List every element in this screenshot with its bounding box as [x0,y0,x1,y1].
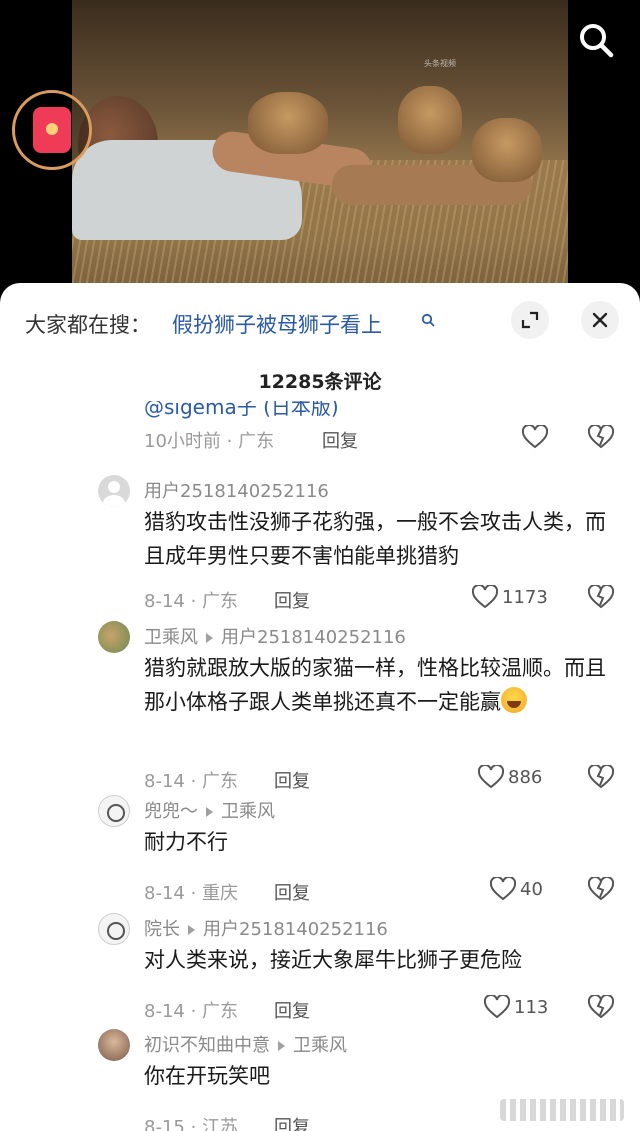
reply-button[interactable]: 回复 [274,997,310,1023]
dislike-button[interactable] [587,763,615,793]
search-icon [580,24,614,58]
panel-header: 大家都在搜： 假扮狮子被母狮子看上 [0,283,640,363]
comment-meta: 10小时前 · 广东 [144,431,275,452]
comment-text-content: 猎豹就跟放大版的家猫一样，性格比较温顺。而且那小体格子跟人类单挑还真不一定能赢 [144,656,606,714]
dislike-button[interactable] [587,875,615,905]
comment-text: 耐力不行 [144,830,228,854]
reply-to-name: 卫乘风 [221,801,275,822]
search-button[interactable] [576,20,616,60]
reply-to-name: 用户2518140252116 [203,919,388,940]
reply-to-name: 卫乘风 [293,1035,347,1056]
comment-author[interactable]: 初识不知曲中意 卫乘风 [144,1031,347,1057]
like-button[interactable]: 40 [490,877,543,901]
expand-button[interactable] [511,301,549,339]
expand-icon [521,311,539,329]
avatar[interactable] [98,913,130,945]
broken-heart-icon [587,763,615,789]
heart-icon [472,585,498,609]
cheetah-cub [472,118,542,182]
comment-author[interactable]: 用户2518140252116 [144,477,329,503]
video-frame: 头条视频 [72,0,568,300]
author-name: 院长 [144,919,180,940]
partial-comment-author: @sigema子 (日本版) [144,401,444,419]
search-icon [421,313,435,327]
heart-icon [478,765,504,789]
avatar[interactable] [98,475,130,507]
video-watermark: 头条视频 [424,59,456,68]
comment-author[interactable]: 院长 用户2518140252116 [144,915,388,941]
heart-icon [522,425,548,449]
comment-author[interactable]: 兜兜～ 卫乘风 [144,797,275,823]
partial-author-text: @sigema子 (日本版) [144,401,339,419]
like-count: 886 [508,766,543,788]
comment-meta: 8-14 · 广东 [144,1001,239,1022]
reply-arrow-icon [278,1040,285,1051]
red-packet-button[interactable] [12,90,92,170]
comment-author[interactable]: 卫乘风 用户2518140252116 [144,623,406,649]
like-button[interactable]: 113 [484,995,548,1019]
close-icon [592,312,608,328]
watermark-logo [500,1099,624,1121]
comment-count: 12285条评论 [258,371,382,393]
reply-button[interactable]: 回复 [322,427,358,453]
comment-meta: 8-14 · 重庆 [144,883,239,904]
comment-text: 猎豹攻击性没狮子花豹强，一般不会攻击人类，而且成年男性只要不害怕能单挑猎豹 [144,510,606,568]
like-count: 113 [514,996,549,1018]
avatar[interactable] [98,1029,130,1061]
like-button[interactable]: 886 [478,765,542,789]
video-player[interactable]: 头条视频 [0,0,640,300]
author-name: 用户2518140252116 [144,481,329,502]
broken-heart-icon [587,423,615,449]
avatar[interactable] [98,621,130,653]
author-name: 卫乘风 [144,627,198,648]
heart-icon [490,877,516,901]
reply-button[interactable]: 回复 [274,1113,310,1131]
reply-arrow-icon [206,632,213,643]
like-count: 1173 [502,586,548,608]
comment-meta: 8-15 · 江苏 [144,1117,239,1131]
heart-icon [484,995,510,1019]
comment-meta: 8-14 · 广东 [144,771,239,792]
comment-text: 你在开玩笑吧 [144,1064,270,1088]
author-name: 兜兜～ [144,801,198,822]
reply-to-name: 用户2518140252116 [221,627,406,648]
trending-search-link[interactable]: 假扮狮子被母狮子看上 [172,309,382,339]
comment-text: 猎豹就跟放大版的家猫一样，性格比较温顺。而且那小体格子跟人类单挑还真不一定能赢 [144,651,614,719]
cheetah-cub [398,86,462,154]
close-button[interactable] [581,301,619,339]
red-packet-icon [33,107,71,153]
broken-heart-icon [587,583,615,609]
like-count: 40 [520,878,543,900]
reply-arrow-icon [188,924,195,935]
reply-button[interactable]: 回复 [274,587,310,613]
broken-heart-icon [587,993,615,1019]
avatar[interactable] [98,795,130,827]
trending-search-label: 大家都在搜： [25,313,151,337]
dislike-button[interactable] [587,423,615,453]
reply-button[interactable]: 回复 [274,767,310,793]
dislike-button[interactable] [587,583,615,613]
broken-heart-icon [587,875,615,901]
reply-arrow-icon [206,806,213,817]
comment-meta: 8-14 · 广东 [144,591,239,612]
dislike-button[interactable] [587,993,615,1023]
laughing-emoji-icon [501,687,527,713]
like-button[interactable] [522,425,548,449]
like-button[interactable]: 1173 [472,585,548,609]
author-name: 初识不知曲中意 [144,1035,270,1056]
reply-button[interactable]: 回复 [274,879,310,905]
cheetah-cub [248,92,328,154]
comment-text: 对人类来说，接近大象犀牛比狮子更危险 [144,948,522,972]
comment-panel: 大家都在搜： 假扮狮子被母狮子看上 12285条评论 @sigema子 (日本版… [0,283,640,1131]
